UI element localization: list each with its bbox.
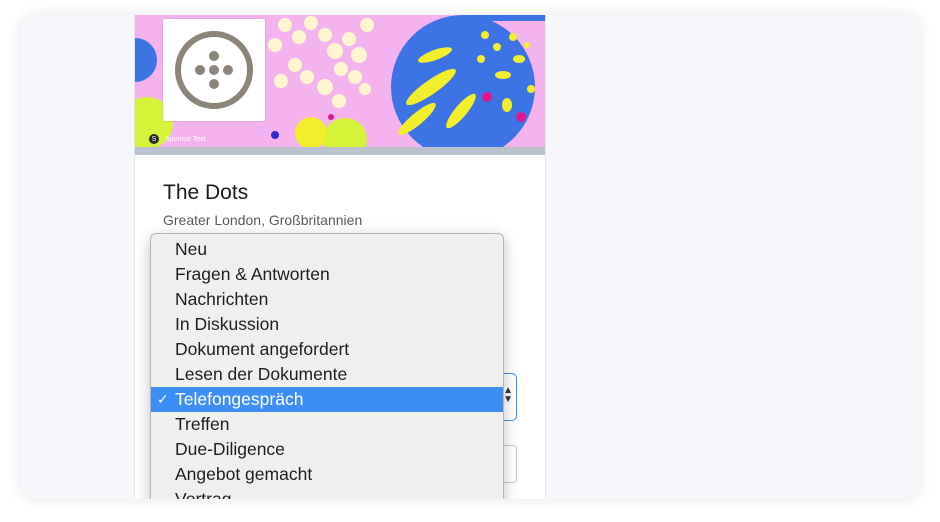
select-arrows-icon: ▲ ▼: [503, 385, 513, 405]
banner-divider: [135, 147, 545, 155]
banner-credit: S Sponsor Text: [149, 132, 206, 146]
status-dropdown-menu[interactable]: Neu Fragen & Antworten Nachrichten In Di…: [150, 233, 504, 499]
company-banner: S Sponsor Text: [135, 15, 545, 147]
status-option-fragen-antworten[interactable]: Fragen & Antworten: [151, 262, 503, 287]
status-option-telefongespraech[interactable]: ✓ Telefongespräch: [151, 387, 503, 412]
option-label: Neu: [175, 239, 208, 259]
status-option-dokument-angefordert[interactable]: Dokument angefordert: [151, 337, 503, 362]
status-option-due-diligence[interactable]: Due-Diligence: [151, 437, 503, 462]
status-option-angebot-gemacht[interactable]: Angebot gemacht: [151, 462, 503, 487]
option-label: Nachrichten: [175, 289, 269, 309]
app-window: S Sponsor Text The Dots Greater London, …: [20, 15, 920, 499]
banner-credit-text: Sponsor Text: [165, 135, 206, 143]
status-option-vertrag[interactable]: Vertrag: [151, 487, 503, 499]
dots-circle-logo-icon: [175, 31, 253, 109]
option-label: Vertrag: [175, 489, 232, 499]
option-label: Fragen & Antworten: [175, 264, 330, 284]
credit-avatar-icon: S: [149, 134, 159, 144]
company-location: Greater London, Großbritannien: [163, 212, 363, 228]
option-label: Angebot gemacht: [175, 464, 313, 484]
status-option-treffen[interactable]: Treffen: [151, 412, 503, 437]
option-label: Lesen der Dokumente: [175, 364, 348, 384]
checkmark-icon: ✓: [157, 391, 169, 407]
company-name: The Dots: [163, 181, 249, 204]
option-label: Dokument angefordert: [175, 339, 350, 359]
option-label: Telefongespräch: [175, 389, 304, 409]
option-label: Treffen: [175, 414, 230, 434]
company-logo: [163, 19, 265, 121]
option-label: Due-Diligence: [175, 439, 285, 459]
status-option-neu[interactable]: Neu: [151, 237, 503, 262]
status-option-in-diskussion[interactable]: In Diskussion: [151, 312, 503, 337]
status-option-lesen-der-dokumente[interactable]: Lesen der Dokumente: [151, 362, 503, 387]
status-option-nachrichten[interactable]: Nachrichten: [151, 287, 503, 312]
option-label: In Diskussion: [175, 314, 280, 334]
